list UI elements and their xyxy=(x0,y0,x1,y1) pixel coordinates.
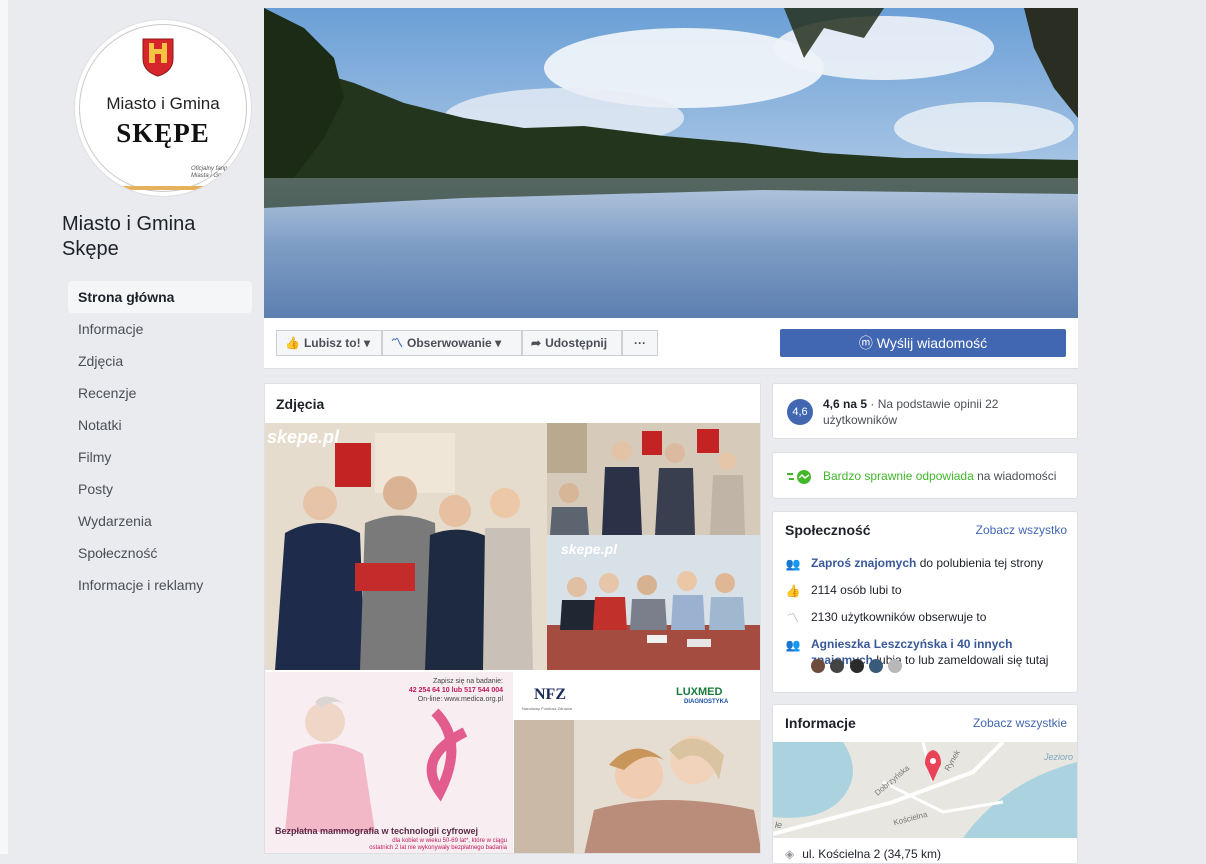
ad-top2: 42 254 64 10 lub 517 544 004 xyxy=(408,687,503,694)
response-highlight: Bardzo sprawnie odpowiada xyxy=(823,469,974,483)
photo-nfz-luxmed-ad[interactable]: NFZ Narodowy Fundusz Zdrowia LUXMED DIAG… xyxy=(514,672,760,853)
left-margin xyxy=(0,0,8,854)
thumbs-up-icon: 👍 xyxy=(785,584,801,598)
rating-bold: 4,6 na 5 xyxy=(823,397,868,411)
ad-sub: dla kobiet w wieku 50-69 lat*, które w c… xyxy=(369,838,507,852)
avatar[interactable] xyxy=(888,658,903,673)
invite-friends-link[interactable]: Zaproś znajomych xyxy=(811,556,916,570)
nav-item-videos[interactable]: Filmy xyxy=(68,441,252,473)
friend-avatars xyxy=(811,658,904,673)
info-card: Informacje Zobacz wszystkie Jezioro Dobr… xyxy=(772,704,1078,864)
profile-small-text: Oficjalny fanpage Miasta i Gminy xyxy=(191,166,238,179)
facebook-page: Miasto i Gmina SKĘPE Oficjalny fanpage M… xyxy=(0,0,1206,864)
rating-badge: 4,6 xyxy=(787,399,813,425)
response-text: Bardzo sprawnie odpowiada na wiadomości xyxy=(823,469,1056,483)
info-title[interactable]: Informacje xyxy=(785,715,856,731)
watermark-text-2: skepe.pl xyxy=(561,541,618,557)
map-label-lake: Jezioro xyxy=(1043,752,1073,762)
nav-item-reviews[interactable]: Recenzje xyxy=(68,377,252,409)
address-text[interactable]: ul. Kościelna 2 (34,75 km) xyxy=(802,847,941,861)
nav-item-photos[interactable]: Zdjęcia xyxy=(68,345,252,377)
ceremony-photo-image xyxy=(265,423,547,670)
photo-meeting-2[interactable]: skepe.pl xyxy=(547,535,760,670)
photo-ceremony[interactable]: skepe.pl xyxy=(265,423,547,670)
share-button[interactable]: ➦ Udostępnij xyxy=(522,330,622,356)
follow-button[interactable]: 〽 Obserwowanie ▾ xyxy=(382,330,522,356)
watermark-text: skepe.pl xyxy=(267,427,340,447)
right-margin xyxy=(1078,0,1206,854)
profile-picture[interactable]: Miasto i Gmina SKĘPE Oficjalny fanpage M… xyxy=(75,20,251,196)
page-nav: Strona główna Informacje Zdjęcia Recenzj… xyxy=(68,281,252,601)
map-label-edge: łe xyxy=(775,820,783,830)
lake-landscape-image xyxy=(264,8,1078,318)
nav-item-info-ads[interactable]: Informacje i reklamy xyxy=(68,569,252,601)
nav-item-events[interactable]: Wydarzenia xyxy=(68,505,252,537)
photo-mammography-ad[interactable]: Zapisz się na badanie: 42 254 64 10 lub … xyxy=(265,672,513,853)
page-action-bar: 👍 Lubisz to! ▾ 〽 Obserwowanie ▾ ➦ Udostępni… xyxy=(264,318,1078,369)
photos-title[interactable]: Zdjęcia xyxy=(276,396,324,412)
avatar[interactable] xyxy=(869,658,884,673)
avatar[interactable] xyxy=(849,658,864,673)
response-rest: na wiadomości xyxy=(973,469,1057,483)
rating-card[interactable]: 4,6 4,6 na 5 · Na podstawie opinii 22 uż… xyxy=(772,383,1078,439)
nfz-logo: NFZ xyxy=(534,686,566,703)
share-arrow-icon: ➦ xyxy=(531,336,542,350)
ad-contact: Zapisz się na badanie: 42 254 64 10 lub … xyxy=(409,677,503,704)
community-card: Społeczność Zobacz wszystko 👥 Zaproś zna… xyxy=(772,511,1078,693)
response-card: Bardzo sprawnie odpowiada na wiadomości xyxy=(772,452,1078,499)
nfz-logo-sub: Narodowy Fundusz Zdrowia xyxy=(522,706,572,711)
directions-icon: ◈ xyxy=(785,847,795,861)
profile-line2: SKĘPE xyxy=(116,118,210,148)
mother-daughter-image xyxy=(514,720,760,853)
follows-count: 2130 użytkowników obserwuje to xyxy=(811,610,987,624)
chevron-down-icon: ▾ xyxy=(363,336,370,350)
like-button[interactable]: 👍 Lubisz to! ▾ xyxy=(276,330,382,356)
photo-meeting-1[interactable] xyxy=(547,423,760,535)
send-message-label: Wyślij wiadomość xyxy=(876,335,988,351)
chevron-down-icon: ▾ xyxy=(495,336,502,350)
nav-item-community[interactable]: Społeczność xyxy=(68,537,252,569)
nav-item-home[interactable]: Strona główna xyxy=(68,281,252,313)
send-message-button[interactable]: ⓜ Wyślij wiadomość xyxy=(780,329,1066,357)
ad-sub2: ostatnich 2 lat nie wykonywały bezpłatne… xyxy=(369,845,507,851)
people-icon: 👥 xyxy=(785,638,801,652)
luxmed-logo: LUXMED xyxy=(676,686,723,698)
profile-stripe xyxy=(103,186,223,190)
ad-top1: Zapisz się na badanie: xyxy=(432,678,503,685)
rss-icon: 〽 xyxy=(786,611,799,625)
like-label: Lubisz to! xyxy=(303,336,361,350)
invite-rest: do polubienia tej strony xyxy=(916,556,1044,570)
info-see-all-link[interactable]: Zobacz wszystkie xyxy=(973,716,1067,730)
nav-item-notes[interactable]: Notatki xyxy=(68,409,252,441)
community-see-all-link[interactable]: Zobacz wszystko xyxy=(976,523,1067,537)
ad-top3: On-line: www.medica.org.pl xyxy=(417,696,503,703)
people-icon: 👥 xyxy=(785,557,801,571)
community-title[interactable]: Społeczność xyxy=(785,522,871,538)
rating-text: 4,6 na 5 · Na podstawie opinii 22 użytko… xyxy=(823,396,1068,428)
meeting-photo-image xyxy=(547,423,760,535)
ad-sub1: dla kobiet w wieku 50-69 lat*, które w c… xyxy=(392,838,507,844)
location-map[interactable]: Jezioro Dobrzyńska Kościelna Rynek łe xyxy=(773,742,1077,838)
messenger-icon: ⓜ xyxy=(858,335,873,351)
follow-label: Obserwowanie xyxy=(407,336,492,350)
avatar[interactable] xyxy=(811,658,825,673)
cover-photo[interactable] xyxy=(264,8,1078,318)
avatar[interactable] xyxy=(830,658,845,673)
map-image xyxy=(773,742,1077,838)
luxmed-logo-sub: DIAGNOSTYKA xyxy=(684,699,729,705)
page-name[interactable]: Miasto i Gmina Skępe xyxy=(62,212,252,262)
likes-count: 2114 osób lubi to xyxy=(811,583,902,597)
rss-icon: 〽 xyxy=(391,336,404,350)
coat-of-arms-icon xyxy=(142,38,174,77)
messenger-fast-icon xyxy=(787,470,811,484)
profile-line1: Miasto i Gmina xyxy=(106,94,220,113)
nav-item-posts[interactable]: Posty xyxy=(68,473,252,505)
thumbs-up-icon: 👍 xyxy=(285,336,300,350)
share-label: Udostępnij xyxy=(545,336,608,350)
more-button[interactable]: ··· xyxy=(622,330,658,356)
nav-item-about[interactable]: Informacje xyxy=(68,313,252,345)
address-row: ◈ ul. Kościelna 2 (34,75 km) xyxy=(785,847,941,861)
photos-card: Zdjęcia skepe.pl skepe.pl Zapisz się na … xyxy=(264,383,761,854)
ad-headline: Bezpłatna mammografia w technologii cyfr… xyxy=(275,826,479,836)
